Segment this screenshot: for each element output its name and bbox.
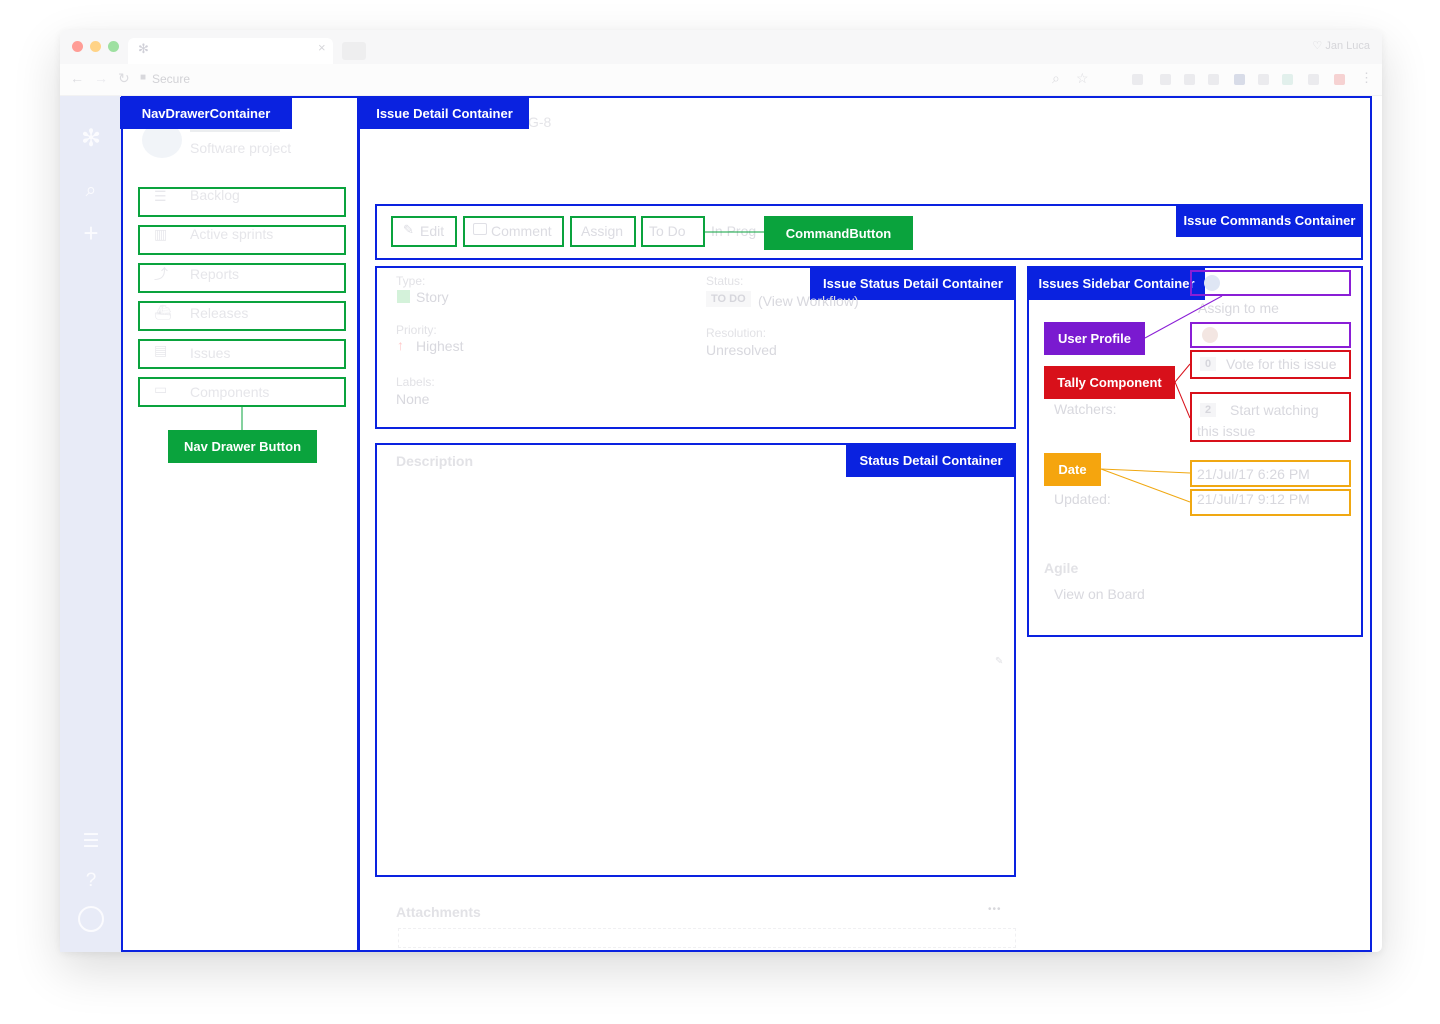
- sidebar-item-label: Issues: [190, 345, 231, 361]
- sidebar-item-label: Active sprints: [190, 226, 274, 242]
- status-detail-container: [375, 443, 1016, 877]
- secure-label[interactable]: Secure: [152, 72, 190, 86]
- created-date-value: 21/Jul/17 6:26 PM: [1197, 466, 1310, 482]
- agile-heading: Agile: [1044, 560, 1079, 576]
- type-label: Type:: [396, 274, 426, 288]
- lock-icon: ■: [140, 72, 147, 83]
- resolution-value[interactable]: Unresolved: [706, 342, 777, 358]
- attachment-dropzone[interactable]: [398, 928, 1016, 948]
- comment-icon: [473, 223, 487, 235]
- edit-description-icon[interactable]: ✎: [995, 656, 1003, 667]
- create-plus-icon[interactable]: +: [80, 218, 102, 249]
- resolution-label: Resolution:: [706, 326, 767, 340]
- sidebar-item-backlog[interactable]: [138, 187, 346, 217]
- user-profile-label: User Profile: [1044, 322, 1145, 355]
- sidebar-item-label: Backlog: [190, 187, 240, 203]
- chart-icon: ⤴: [154, 266, 168, 282]
- start-watching-link-line2[interactable]: this issue: [1197, 423, 1255, 439]
- address-bar: ← → ↻ ■ Secure ⌕ ☆ ⋮: [60, 64, 1382, 96]
- minimize-window-dot[interactable]: [90, 41, 101, 52]
- close-tab-icon[interactable]: ×: [318, 40, 326, 55]
- issue-detail-container-label: Issue Detail Container: [360, 98, 529, 129]
- comment-button-label: Comment: [491, 223, 552, 239]
- browser-tab[interactable]: [128, 38, 333, 64]
- extension-icon[interactable]: [1160, 74, 1171, 85]
- priority-highest-icon: ↑: [397, 337, 404, 353]
- browser-profile-name[interactable]: ♡ Jan Luca: [1312, 39, 1370, 52]
- extension-icon[interactable]: [1334, 74, 1345, 85]
- priority-label: Priority:: [396, 323, 437, 337]
- issues-icon: ▤: [154, 342, 168, 358]
- vote-link[interactable]: Vote for this issue: [1226, 356, 1337, 372]
- sidebar-item-reports[interactable]: [138, 263, 346, 293]
- zoom-icon[interactable]: ⌕: [1052, 70, 1060, 87]
- labels-value[interactable]: None: [396, 391, 429, 407]
- pencil-icon: ✎: [403, 222, 414, 237]
- extension-icon[interactable]: [1132, 74, 1143, 85]
- extension-icon[interactable]: [1184, 74, 1195, 85]
- updated-label: Updated:: [1054, 491, 1111, 507]
- priority-value[interactable]: Highest: [416, 338, 463, 354]
- assign-button-label: Assign: [581, 223, 624, 239]
- search-icon[interactable]: ⌕: [80, 180, 102, 202]
- new-tab-button[interactable]: [342, 42, 366, 60]
- assign-to-me-link[interactable]: Assign to me: [1198, 300, 1279, 316]
- extension-icon[interactable]: [1282, 74, 1293, 85]
- nav-drawer-container-label: NavDrawerContainer: [120, 97, 292, 129]
- status-label: Status:: [706, 274, 744, 288]
- sidebar-item-label: Releases: [190, 305, 249, 321]
- todo-button-label: To Do: [649, 223, 686, 239]
- nav-drawer-button-label: Nav Drawer Button: [168, 430, 317, 463]
- board-icon: ▥: [154, 226, 168, 242]
- help-icon[interactable]: ?: [80, 870, 102, 892]
- components-icon: ▭: [154, 381, 168, 397]
- view-workflow-link[interactable]: (View Workflow): [758, 293, 859, 309]
- watchers-count: 2: [1200, 403, 1217, 417]
- votes-count: 0: [1200, 357, 1217, 371]
- more-options-icon[interactable]: •••: [988, 904, 1002, 915]
- reporter-avatar: [1202, 327, 1218, 343]
- menu-icon[interactable]: ☰: [80, 830, 102, 853]
- back-arrow-icon[interactable]: ←: [70, 70, 84, 86]
- browser-menu-icon[interactable]: ⋮: [1360, 70, 1373, 86]
- attachments-heading: Attachments: [396, 904, 481, 920]
- extension-icon[interactable]: [1234, 74, 1245, 85]
- command-button-label: CommandButton: [764, 216, 913, 250]
- sidebar-item-label: Reports: [190, 266, 240, 282]
- extension-icon[interactable]: [1308, 74, 1319, 85]
- start-watching-link[interactable]: Start watching: [1230, 402, 1319, 418]
- issues-sidebar-container-label: Issues Sidebar Container: [1028, 267, 1205, 300]
- in-progress-button[interactable]: In Prog: [711, 223, 756, 239]
- cast-icon[interactable]: [1208, 74, 1219, 85]
- edit-button-label: Edit: [420, 223, 445, 239]
- view-on-board-link[interactable]: View on Board: [1054, 586, 1145, 602]
- jira-logo-icon[interactable]: ✻: [80, 124, 102, 153]
- jira-tab-icon: ✻: [138, 41, 149, 56]
- profile-icon: ♡: [1312, 40, 1326, 52]
- story-icon: [397, 290, 410, 303]
- labels-label: Labels:: [396, 375, 435, 389]
- close-window-dot[interactable]: [72, 41, 83, 52]
- assignee-avatar: [1204, 275, 1220, 291]
- extension-icon[interactable]: [1258, 74, 1269, 85]
- profile-avatar-icon[interactable]: [78, 906, 104, 932]
- updated-date-value: 21/Jul/17 9:12 PM: [1197, 491, 1310, 507]
- tab-bar: ✻ × ♡ Jan Luca: [60, 30, 1382, 64]
- forward-arrow-icon[interactable]: →: [94, 70, 108, 86]
- status-lozenge[interactable]: TO DO: [706, 291, 751, 307]
- tally-component-label: Tally Component: [1044, 366, 1175, 399]
- status-detail-container-label: Status Detail Container: [846, 444, 1016, 477]
- backlog-icon: ☰: [154, 188, 167, 204]
- reload-icon[interactable]: ↻: [118, 70, 130, 87]
- bookmark-star-icon[interactable]: ☆: [1076, 70, 1089, 87]
- issue-commands-container-label: Issue Commands Container: [1176, 204, 1363, 237]
- date-label: Date: [1044, 453, 1101, 486]
- ship-icon: ⛴: [154, 304, 172, 320]
- watchers-label: Watchers:: [1054, 401, 1117, 417]
- description-heading: Description: [396, 453, 474, 469]
- type-value[interactable]: Story: [416, 289, 449, 305]
- sidebar-item-issues[interactable]: [138, 339, 346, 369]
- sidebar-item-label: Components: [190, 384, 270, 400]
- maximize-window-dot[interactable]: [108, 41, 119, 52]
